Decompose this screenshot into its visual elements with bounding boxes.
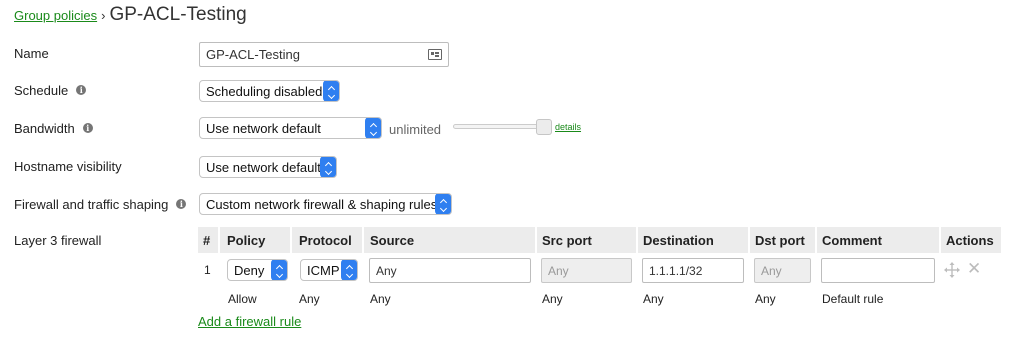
rule-src-port-value: Any	[548, 263, 569, 278]
name-input-value: GP-ACL-Testing	[206, 47, 300, 62]
chevron-updown-icon	[365, 118, 381, 138]
default-rule-source: Any	[370, 292, 391, 306]
layer3-firewall-label: Layer 3 firewall	[14, 232, 101, 248]
rule-source-input[interactable]: Any	[369, 258, 531, 283]
info-icon[interactable]: i	[76, 85, 87, 95]
column-header-destination: Destination	[643, 232, 714, 248]
hostname-visibility-label: Hostname visibility	[14, 158, 122, 174]
layer3-firewall-label-text: Layer 3 firewall	[14, 232, 102, 248]
page-title: GP-ACL-Testing	[109, 4, 247, 25]
name-label: Name	[14, 45, 49, 61]
rule-src-port-input: Any	[541, 258, 632, 283]
column-header-source: Source	[370, 232, 415, 248]
rule-number: 1	[204, 263, 211, 277]
column-header-protocol: Protocol	[299, 232, 352, 248]
breadcrumb-group-policies-link[interactable]: Group policies	[14, 8, 97, 23]
add-firewall-rule-link[interactable]: Add a firewall rule	[198, 314, 301, 329]
hostname-visibility-label-text: Hostname visibility	[14, 158, 122, 174]
bandwidth-label-text: Bandwidth	[14, 120, 75, 136]
breadcrumb-separator: ›	[101, 8, 106, 23]
breadcrumb: Group policies › GP-ACL-Testing	[14, 4, 247, 28]
rule-dst-port-value: Any	[761, 263, 782, 278]
name-label-text: Name	[14, 45, 49, 61]
column-header-actions: Actions	[946, 232, 994, 248]
column-header-number: #	[203, 232, 211, 248]
move-icon[interactable]	[944, 262, 960, 278]
name-input[interactable]: GP-ACL-Testing	[199, 42, 449, 67]
rule-comment-input[interactable]	[821, 258, 935, 283]
column-header-policy: Policy	[227, 232, 266, 248]
rule-destination-value: 1.1.1.1/32	[649, 263, 703, 278]
default-rule-src-port: Any	[542, 292, 563, 306]
rule-protocol-value: ICMP	[307, 262, 340, 278]
rule-dst-port-input: Any	[754, 258, 811, 283]
default-rule-dst-port: Any	[755, 292, 776, 306]
default-rule-protocol: Any	[299, 292, 320, 306]
default-rule-policy: Allow	[228, 292, 257, 306]
default-rule-destination: Any	[643, 292, 664, 306]
info-icon[interactable]: i	[82, 123, 93, 133]
bandwidth-slider-handle[interactable]	[536, 119, 552, 135]
chevron-updown-icon	[435, 194, 451, 214]
rule-policy-select[interactable]: Deny	[227, 259, 288, 281]
schedule-select[interactable]: Scheduling disabled	[199, 80, 340, 102]
column-header-comment: Comment	[822, 232, 882, 248]
bandwidth-select[interactable]: Use network default	[199, 117, 382, 139]
hostname-visibility-select[interactable]: Use network default	[199, 156, 337, 178]
rule-policy-value: Deny	[234, 262, 265, 278]
chevron-updown-icon	[271, 260, 287, 280]
info-icon[interactable]: i	[176, 199, 187, 209]
default-rule-comment: Default rule	[822, 292, 884, 306]
chevron-updown-icon	[320, 157, 336, 177]
schedule-label: Schedule i	[14, 82, 87, 98]
chevron-updown-icon	[323, 81, 339, 101]
column-header-dst-port: Dst port	[755, 232, 805, 248]
contact-card-icon[interactable]	[428, 49, 442, 60]
rule-protocol-select[interactable]: ICMP	[300, 259, 358, 281]
firewall-shaping-select[interactable]: Custom network firewall & shaping rules	[199, 193, 452, 215]
firewall-shaping-label-text: Firewall and traffic shaping	[14, 196, 169, 212]
schedule-select-value: Scheduling disabled	[206, 83, 323, 99]
hostname-visibility-select-value: Use network default	[206, 159, 321, 175]
rule-source-value: Any	[376, 263, 397, 278]
delete-icon[interactable]: ✕	[967, 260, 981, 278]
rule-destination-input[interactable]: 1.1.1.1/32	[642, 258, 744, 283]
bandwidth-label: Bandwidth i	[14, 120, 93, 136]
bandwidth-details-link[interactable]: details	[555, 122, 581, 132]
column-header-src-port: Src port	[542, 232, 592, 248]
schedule-label-text: Schedule	[14, 82, 69, 98]
firewall-shaping-select-value: Custom network firewall & shaping rules	[206, 196, 438, 212]
chevron-updown-icon	[341, 260, 357, 280]
firewall-shaping-label: Firewall and traffic shaping i	[14, 196, 187, 212]
bandwidth-select-value: Use network default	[206, 120, 321, 136]
bandwidth-limit-text: unlimited	[389, 122, 442, 137]
